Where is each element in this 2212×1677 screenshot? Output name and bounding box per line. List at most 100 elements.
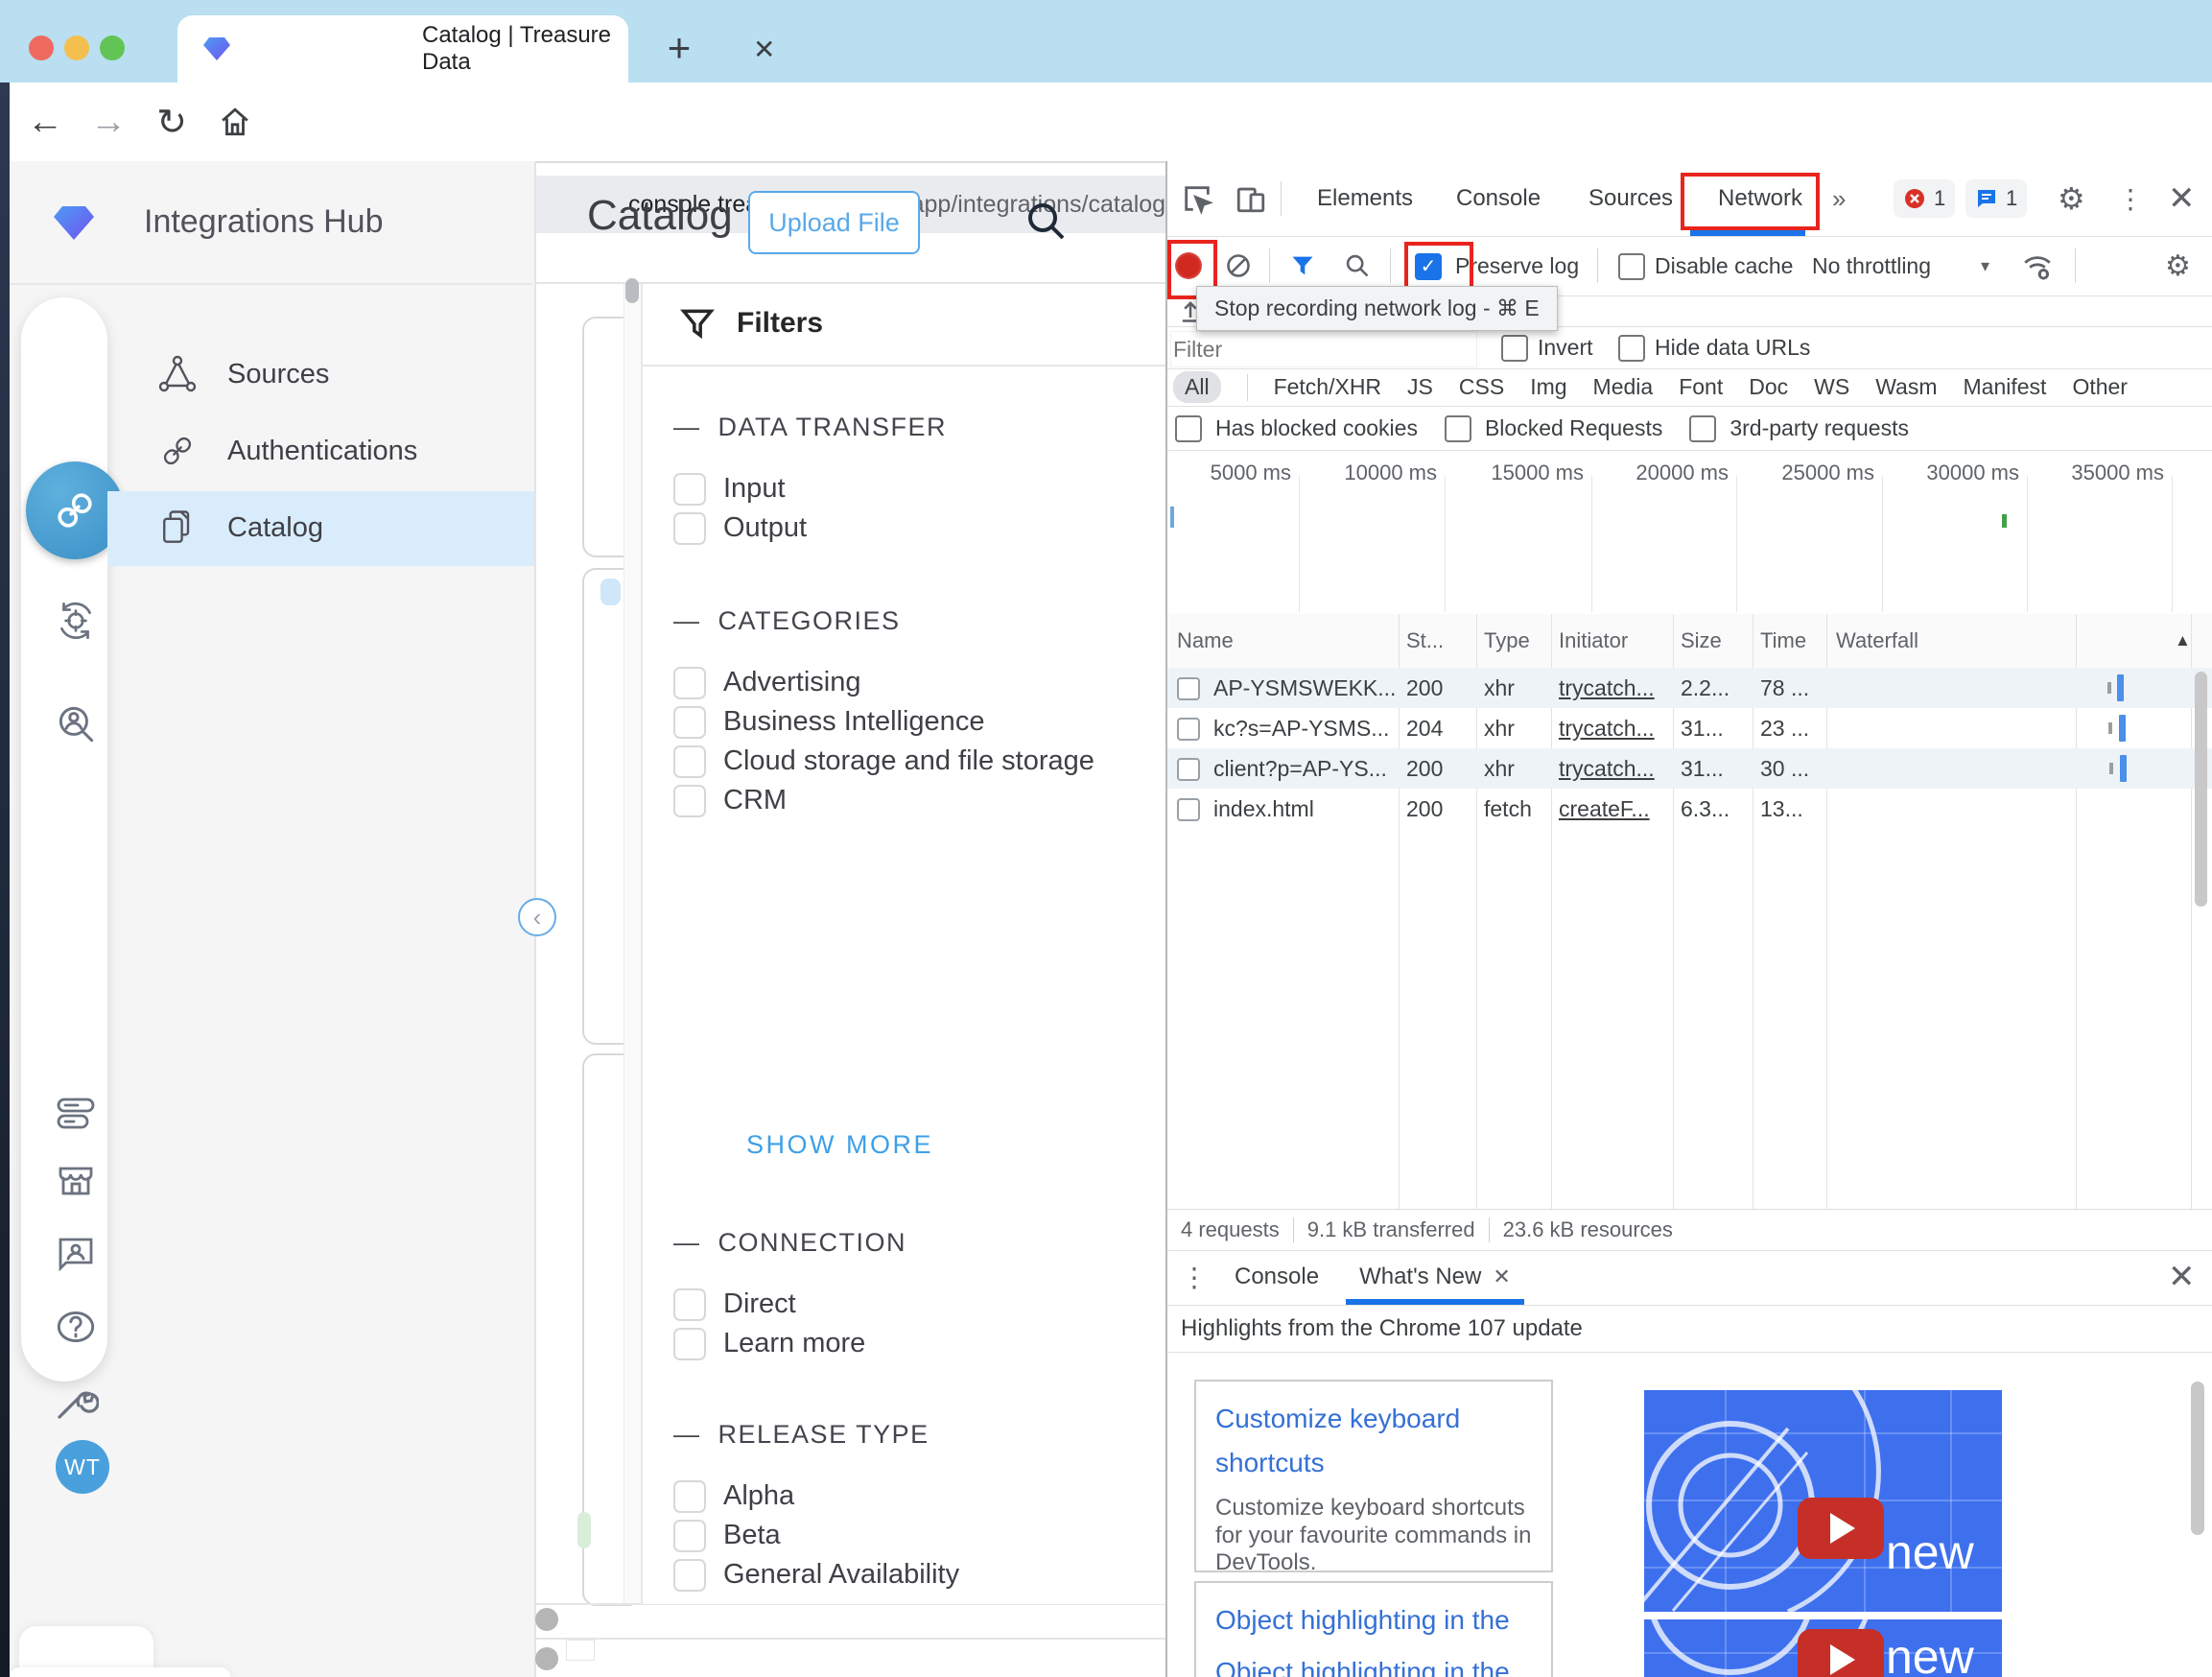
horizontal-scrollbar-thumb[interactable]	[535, 1647, 558, 1670]
contact-card-icon[interactable]	[45, 1222, 106, 1284]
checkbox[interactable]	[673, 785, 706, 817]
request-name[interactable]: client?p=AP-YS...	[1213, 748, 1396, 789]
row-checkbox[interactable]	[1177, 718, 1200, 741]
devtools-menu-kebab-icon[interactable]: ⋮	[2117, 161, 2144, 236]
request-row[interactable]: kc?s=AP-YSMS... 204 xhr trycatch... 31..…	[1167, 708, 2212, 748]
checkbox[interactable]	[673, 1480, 706, 1513]
drawer-close-icon[interactable]: ✕	[2168, 1249, 2196, 1305]
checkbox[interactable]	[673, 473, 706, 506]
third-party-requests-checkbox[interactable]	[1689, 415, 1716, 442]
chip-doc[interactable]: Doc	[1749, 374, 1788, 400]
network-filter-funnel-icon[interactable]	[1289, 252, 1316, 279]
filter-option-crm[interactable]: CRM	[673, 781, 1153, 820]
request-initiator-link[interactable]: trycatch...	[1559, 748, 1670, 789]
chip-manifest[interactable]: Manifest	[1964, 374, 2047, 400]
forward-button[interactable]: →	[84, 83, 132, 161]
back-button[interactable]: ←	[21, 83, 69, 161]
request-name[interactable]: AP-YSMSWEKK...	[1213, 668, 1396, 708]
sidebar-item-sources[interactable]: Sources	[110, 336, 532, 413]
chip-all[interactable]: All	[1173, 371, 1221, 403]
news-link[interactable]: Customize keyboard shortcuts	[1215, 1397, 1532, 1485]
checkbox[interactable]	[673, 1288, 706, 1321]
drawer-tab-close-icon[interactable]: ✕	[1493, 1264, 1510, 1289]
vertical-scrollbar[interactable]	[624, 284, 643, 1604]
devtools-tab-sources[interactable]: Sources	[1573, 161, 1688, 236]
chip-ws[interactable]: WS	[1814, 374, 1849, 400]
network-search-icon[interactable]	[1344, 252, 1371, 279]
search-icon[interactable]	[1023, 198, 1069, 244]
filter-option-general-availability[interactable]: General Availability	[673, 1555, 1153, 1594]
chip-css[interactable]: CSS	[1459, 374, 1504, 400]
column-header-initiator[interactable]: Initiator	[1559, 614, 1628, 668]
dropdown-caret-icon[interactable]: ▾	[1981, 236, 1989, 295]
play-button-icon[interactable]	[1798, 1498, 1884, 1559]
disable-cache-label[interactable]: Disable cache	[1655, 236, 1793, 295]
has-blocked-cookies-label[interactable]: Has blocked cookies	[1215, 415, 1418, 441]
disable-cache-checkbox[interactable]	[1618, 253, 1645, 280]
sidebar-item-authentications[interactable]: Authentications	[110, 413, 532, 489]
checkbox[interactable]	[673, 1520, 706, 1552]
network-timeline-overview[interactable]: 5000 ms 10000 ms 15000 ms 20000 ms 25000…	[1167, 451, 2212, 615]
request-initiator-link[interactable]: createF...	[1559, 789, 1670, 829]
checkbox[interactable]	[673, 1328, 706, 1360]
devtools-close-icon[interactable]: ✕	[2168, 161, 2196, 236]
chip-fetch-xhr[interactable]: Fetch/XHR	[1274, 374, 1381, 400]
request-row[interactable]: AP-YSMSWEKK... 200 xhr trycatch... 2.2..…	[1167, 668, 2212, 708]
request-row[interactable]: index.html 200 fetch createF... 6.3... 1…	[1167, 789, 2212, 829]
drawer-menu-kebab-icon[interactable]: ⋮	[1167, 1262, 1221, 1293]
inspect-element-icon[interactable]	[1181, 182, 1213, 215]
request-initiator-link[interactable]: trycatch...	[1559, 668, 1670, 708]
devtools-settings-gear-icon[interactable]: ⚙	[2058, 161, 2085, 236]
checkbox[interactable]	[673, 667, 706, 699]
reload-button[interactable]: ↻	[148, 83, 196, 161]
drawer-tab-whats-new[interactable]: What's New ✕	[1346, 1249, 1524, 1305]
avatar[interactable]: WT	[56, 1440, 109, 1494]
blocked-requests-label[interactable]: Blocked Requests	[1485, 415, 1662, 441]
horizontal-scrollbar-thumb[interactable]	[535, 1608, 558, 1631]
drawer-scrollbar-thumb[interactable]	[2191, 1382, 2204, 1535]
collapse-sidebar-button[interactable]: ‹	[518, 898, 556, 936]
request-name[interactable]: kc?s=AP-YSMS...	[1213, 708, 1396, 748]
row-checkbox[interactable]	[1177, 677, 1200, 700]
column-header-type[interactable]: Type	[1484, 614, 1530, 668]
checkbox[interactable]	[673, 1559, 706, 1592]
home-button[interactable]	[211, 83, 259, 161]
row-checkbox[interactable]	[1177, 758, 1200, 781]
filter-option-output[interactable]: Output	[673, 508, 1153, 548]
marketplace-store-icon[interactable]	[45, 1149, 106, 1211]
news-link[interactable]: Object highlighting in the	[1215, 1598, 1532, 1642]
device-toolbar-icon[interactable]	[1235, 182, 1267, 215]
connections-toggles-icon[interactable]	[45, 1082, 106, 1144]
zoom-window-button[interactable]	[100, 35, 125, 60]
minimize-window-button[interactable]	[64, 35, 89, 60]
tab-close-icon[interactable]: ✕	[753, 15, 775, 83]
help-icon[interactable]	[45, 1296, 106, 1358]
filter-option-input[interactable]: Input	[673, 469, 1153, 508]
devtools-tab-elements[interactable]: Elements	[1302, 161, 1428, 236]
news-link[interactable]: Object highlighting in the	[1215, 1650, 1532, 1677]
chip-other[interactable]: Other	[2072, 374, 2128, 400]
request-initiator-link[interactable]: trycatch...	[1559, 708, 1670, 748]
checkbox[interactable]	[673, 512, 706, 545]
show-more-link[interactable]: SHOW MORE	[746, 1130, 933, 1160]
column-header-time[interactable]: Time	[1760, 614, 1806, 668]
upload-file-button[interactable]: Upload File	[748, 191, 920, 254]
filter-option-learn-more[interactable]: Learn more	[673, 1324, 1153, 1363]
chip-media[interactable]: Media	[1593, 374, 1654, 400]
filter-option-advertising[interactable]: Advertising	[673, 663, 1153, 702]
hide-data-urls-label[interactable]: Hide data URLs	[1655, 326, 1810, 368]
has-blocked-cookies-checkbox[interactable]	[1175, 415, 1202, 442]
audience-search-icon[interactable]	[45, 693, 106, 754]
request-row[interactable]: client?p=AP-YS... 200 xhr trycatch... 31…	[1167, 748, 2212, 789]
network-filter-input[interactable]	[1171, 332, 1476, 366]
chip-js[interactable]: JS	[1407, 374, 1433, 400]
chip-font[interactable]: Font	[1679, 374, 1723, 400]
invert-label[interactable]: Invert	[1538, 326, 1593, 368]
row-checkbox[interactable]	[1177, 798, 1200, 821]
filter-option-alpha[interactable]: Alpha	[673, 1476, 1153, 1516]
column-header-name[interactable]: Name	[1177, 614, 1234, 668]
request-name[interactable]: index.html	[1213, 789, 1396, 829]
vertical-scrollbar-thumb[interactable]	[625, 278, 639, 303]
error-badge[interactable]: 1	[1894, 179, 1955, 218]
drawer-tab-console[interactable]: Console	[1221, 1249, 1332, 1305]
